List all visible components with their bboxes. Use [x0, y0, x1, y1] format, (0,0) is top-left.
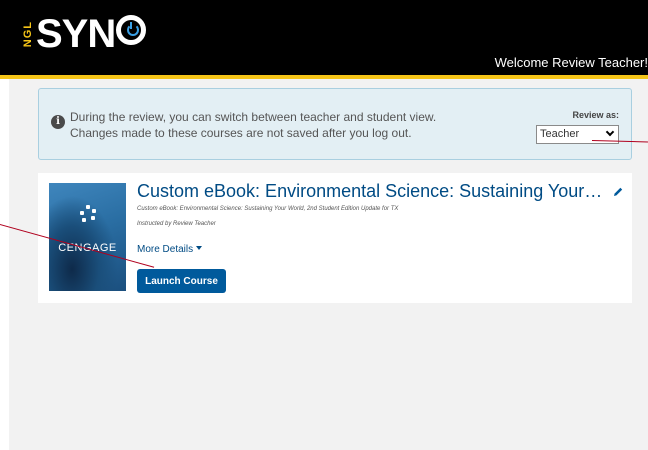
caret-down-icon [196, 246, 203, 251]
cover-artwork [49, 183, 126, 291]
app-header: NGL SYN Welcome Review Teacher! [0, 0, 648, 75]
review-as-label: Review as: [572, 110, 619, 120]
chevron-down-icon [605, 127, 615, 137]
more-details-toggle[interactable]: More Details [137, 244, 203, 255]
notice-line-2: Changes made to these courses are not sa… [70, 126, 412, 140]
course-title[interactable]: Custom eBook: Environmental Science: Sus… [137, 181, 607, 202]
ngl-sync-logo: NGL SYN [22, 10, 147, 58]
course-card: CENGAGE Custom eBook: Environmental Scie… [38, 173, 632, 303]
notice-text: During the review, you can switch betwee… [70, 109, 436, 141]
cengage-logo-icon [79, 205, 97, 223]
review-as-value: Teacher [540, 128, 580, 140]
logo-sync-text: SYN [36, 12, 116, 56]
notice-line-1: During the review, you can switch betwee… [70, 110, 437, 124]
logo-ngl-text: NGL [22, 20, 34, 48]
course-cover-image[interactable]: CENGAGE [49, 183, 126, 291]
more-details-label: More Details [137, 244, 194, 255]
pencil-icon[interactable] [612, 186, 624, 198]
course-subtitle: Custom eBook: Environmental Science: Sus… [137, 206, 399, 212]
info-icon: i [51, 115, 65, 129]
power-icon [116, 15, 147, 45]
course-instructor: Instructed by Review Teacher [137, 221, 216, 227]
welcome-message: Welcome Review Teacher! [494, 55, 648, 70]
review-notice: i During the review, you can switch betw… [38, 88, 632, 160]
launch-course-button[interactable]: Launch Course [137, 269, 226, 293]
